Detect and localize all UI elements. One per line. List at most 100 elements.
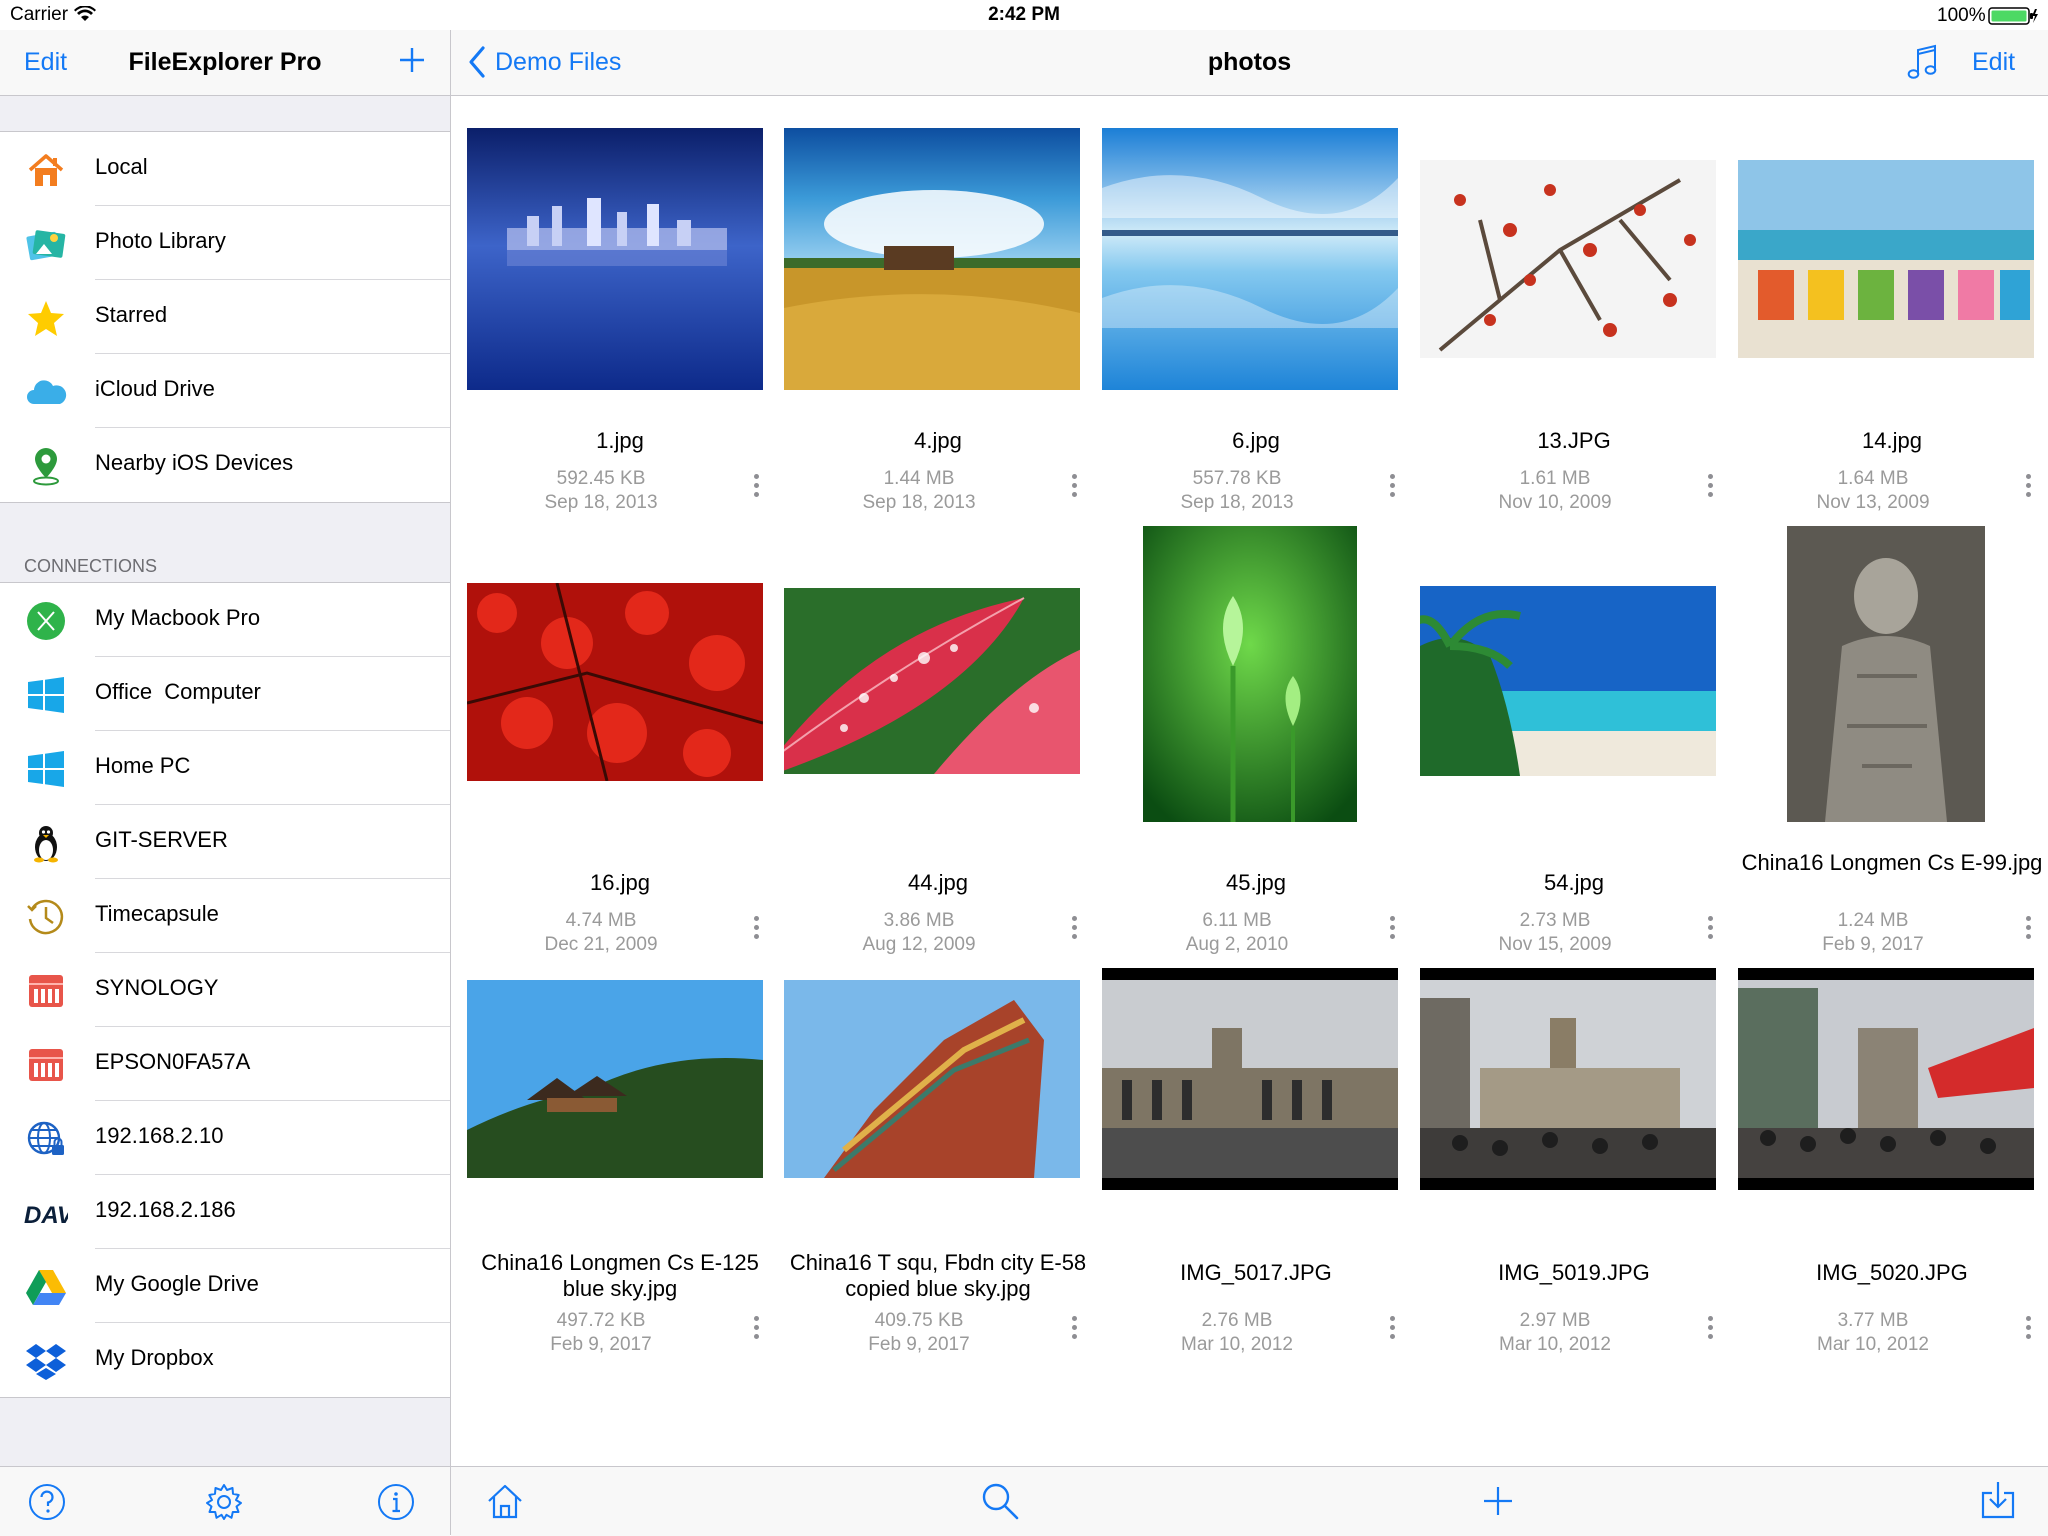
file-name: 13.JPG [1537, 428, 1611, 453]
sidebar-item-label: Nearby iOS Devices [95, 450, 294, 475]
file-date: Mar 10, 2012 [1499, 1334, 1611, 1355]
file-tile[interactable]: 44.jpg 3.86 MB Aug 12, 2009 [779, 538, 1097, 978]
thumbnail-image[interactable] [1102, 968, 1398, 1190]
file-date: Mar 10, 2012 [1181, 1334, 1293, 1355]
file-tile[interactable]: 14.jpg 1.64 MB Nov 13, 2009 [1733, 96, 2048, 536]
thumbnail-image[interactable] [1738, 160, 2034, 358]
thumbnail-image[interactable] [1420, 586, 1716, 776]
add-connection-icon[interactable] [396, 44, 428, 76]
sidebar-item-label: Home PC [95, 753, 191, 778]
search-icon[interactable] [980, 1481, 1020, 1521]
file-tile[interactable]: IMG_5017.JPG 2.76 MB Mar 10, 2012 [1097, 968, 1415, 1420]
sidebar-item-synology[interactable]: SYNOLOGY [0, 953, 450, 1027]
file-tile[interactable]: 1.jpg 592.45 KB Sep 18, 2013 [461, 96, 779, 536]
places-list: Local Photo Library Starred iCloud Drive… [0, 131, 450, 503]
file-size: 2.76 MB [1201, 1310, 1273, 1331]
sidebar-item-my-google-drive[interactable]: My Google Drive [0, 1249, 450, 1323]
more-options-icon[interactable] [1059, 912, 1089, 952]
file-size: 2.73 MB [1519, 910, 1591, 931]
thumbnail-image[interactable] [467, 583, 763, 781]
location-pin-icon [33, 448, 59, 486]
file-size: 409.75 KB [874, 1310, 964, 1331]
more-options-icon[interactable] [2013, 1312, 2043, 1352]
more-options-icon[interactable] [1377, 912, 1407, 952]
sidebar-item-label: Office Computer [95, 679, 261, 704]
sidebar-item-local[interactable]: Local [0, 132, 450, 206]
sidebar-item-label: GIT-SERVER [95, 827, 228, 852]
thumbnail-image[interactable] [467, 128, 763, 390]
more-options-icon[interactable] [1377, 470, 1407, 510]
windows-icon [28, 677, 64, 713]
more-options-icon[interactable] [1377, 1312, 1407, 1352]
music-note-icon[interactable] [1905, 42, 1941, 82]
thumbnail-image[interactable] [1738, 968, 2034, 1190]
thumbnail-image[interactable] [1787, 526, 1985, 822]
file-name: China16 Longmen Cs E-99.jpg [1741, 850, 2043, 875]
file-tile[interactable]: China16 Longmen Cs E-99.jpg 1.24 MB Feb … [1733, 526, 2048, 978]
sidebar-item-label: My Macbook Pro [95, 605, 261, 630]
svg-text:DAV: DAV [24, 1202, 68, 1229]
sidebar-item-192-168-2-186[interactable]: DAV 192.168.2.186 [0, 1175, 450, 1249]
gear-icon[interactable] [205, 1483, 243, 1521]
sidebar-item-epson0fa57a[interactable]: EPSON0FA57A [0, 1027, 450, 1101]
help-icon[interactable] [28, 1483, 66, 1521]
more-options-icon[interactable] [741, 1312, 771, 1352]
file-tile[interactable]: China16 Longmen Cs E-125 blue sky.jpg 49… [461, 980, 779, 1420]
clock-icon [27, 899, 64, 935]
more-options-icon[interactable] [1059, 470, 1089, 510]
file-tile[interactable]: 54.jpg 2.73 MB Nov 15, 2009 [1415, 538, 1733, 978]
house-icon [28, 154, 64, 186]
more-options-icon[interactable] [741, 470, 771, 510]
thumbnail-image[interactable] [1420, 968, 1716, 1190]
thumbnail-image[interactable] [784, 128, 1080, 390]
more-options-icon[interactable] [1059, 1312, 1089, 1352]
thumbnail-image[interactable] [784, 588, 1080, 774]
more-options-icon[interactable] [2013, 470, 2043, 510]
file-tile[interactable]: IMG_5019.JPG 2.97 MB Mar 10, 2012 [1415, 968, 1733, 1420]
download-tray-icon[interactable] [1979, 1479, 2017, 1521]
sidebar-item-icloud-drive[interactable]: iCloud Drive [0, 354, 450, 428]
star-icon [28, 301, 64, 336]
sidebar-item-git-server[interactable]: GIT-SERVER [0, 805, 450, 879]
info-icon[interactable] [377, 1483, 415, 1521]
sidebar-item-label: Photo Library [95, 228, 226, 253]
home-icon[interactable] [486, 1481, 524, 1521]
sidebar-item-my-dropbox[interactable]: My Dropbox [0, 1323, 450, 1397]
add-icon[interactable] [1480, 1483, 1516, 1519]
sidebar-item-label: My Google Drive [95, 1271, 259, 1296]
file-tile[interactable]: 16.jpg 4.74 MB Dec 21, 2009 [461, 538, 779, 978]
more-options-icon[interactable] [2013, 912, 2043, 952]
more-options-icon[interactable] [741, 912, 771, 952]
thumbnail-image[interactable] [1420, 160, 1716, 358]
file-date: Nov 13, 2009 [1816, 492, 1930, 513]
file-size: 1.61 MB [1519, 468, 1591, 489]
file-date: Aug 2, 2010 [1185, 934, 1289, 955]
thumbnail-image[interactable] [1143, 526, 1357, 822]
sidebar-item-photo-library[interactable]: Photo Library [0, 206, 450, 280]
file-tile[interactable]: IMG_5020.JPG 3.77 MB Mar 10, 2012 [1733, 968, 2048, 1420]
more-options-icon[interactable] [1695, 1312, 1725, 1352]
sidebar-item-home-pc[interactable]: Home PC [0, 731, 450, 805]
thumbnail-image[interactable] [1102, 128, 1398, 390]
file-tile[interactable]: China16 T squ, Fbdn city E-58 copied blu… [779, 980, 1097, 1420]
thumbnail-image[interactable] [467, 980, 763, 1178]
file-tile[interactable]: 45.jpg 6.11 MB Aug 2, 2010 [1097, 526, 1415, 978]
file-name: 44.jpg [908, 870, 968, 895]
file-tile[interactable]: 4.jpg 1.44 MB Sep 18, 2013 [779, 96, 1097, 536]
sidebar-item-192-168-2-10[interactable]: 192.168.2.10 [0, 1101, 450, 1175]
sidebar-item-my-macbook-pro[interactable]: My Macbook Pro [0, 583, 450, 657]
file-tile[interactable]: 13.JPG 1.61 MB Nov 10, 2009 [1415, 96, 1733, 536]
sidebar-item-starred[interactable]: Starred [0, 280, 450, 354]
file-size: 6.11 MB [1202, 910, 1272, 931]
folder-title: photos [1207, 48, 1292, 76]
file-tile[interactable]: 6.jpg 557.78 KB Sep 18, 2013 [1097, 96, 1415, 536]
sidebar-item-nearby-ios-devices[interactable]: Nearby iOS Devices [0, 428, 450, 502]
sidebar-item-office-computer[interactable]: Office Computer [0, 657, 450, 731]
more-options-icon[interactable] [1695, 912, 1725, 952]
sidebar-item-timecapsule[interactable]: Timecapsule [0, 879, 450, 953]
more-options-icon[interactable] [1695, 470, 1725, 510]
file-date: Feb 9, 2017 [868, 1334, 970, 1355]
file-size: 592.45 KB [556, 468, 646, 489]
main-edit-button[interactable]: Edit [1972, 48, 2015, 77]
thumbnail-image[interactable] [784, 980, 1080, 1178]
